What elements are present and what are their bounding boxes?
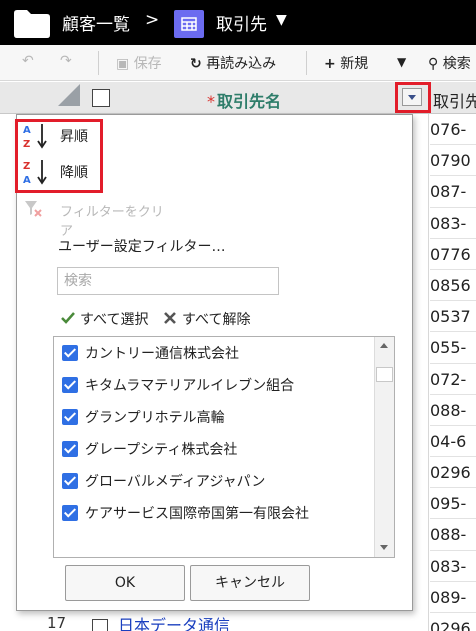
filter-value-item[interactable]: カントリー通信株式会社	[54, 337, 374, 369]
user-filter-item[interactable]: ユーザー設定フィルター…	[58, 236, 225, 256]
checkbox-checked[interactable]	[62, 409, 78, 425]
code-cell: 083-	[430, 208, 476, 239]
scrollbar-thumb[interactable]	[376, 367, 393, 382]
code-cell: 0537	[430, 301, 476, 333]
code-cell: 088-	[430, 395, 476, 426]
code-cell: 083-	[430, 551, 476, 582]
filter-value-label: グレープシティ株式会社	[85, 442, 238, 458]
checkbox-checked[interactable]	[62, 505, 78, 521]
close-icon	[164, 312, 176, 324]
ok-button[interactable]: OK	[65, 565, 185, 601]
required-mark: *	[207, 92, 215, 111]
checkbox-checked[interactable]	[62, 345, 78, 361]
reload-icon: ↻	[190, 56, 202, 72]
select-all-label: すべて選択	[80, 312, 149, 328]
scroll-up-icon[interactable]	[375, 337, 394, 355]
code-cell: 0790	[430, 145, 476, 177]
checkbox-checked[interactable]	[62, 377, 78, 393]
list-scrollbar[interactable]	[374, 337, 394, 557]
code-cell: 0296	[430, 457, 476, 489]
folder-icon[interactable]	[14, 10, 50, 38]
save-button[interactable]: ▣ 保存	[116, 53, 162, 73]
plus-icon: +	[324, 56, 336, 72]
search-icon: ⚲	[428, 56, 439, 72]
clear-filter-icon	[25, 201, 42, 217]
clear-filter-item[interactable]: フィルターをクリア	[24, 199, 174, 239]
row-name-link[interactable]: 日本データ通信	[118, 612, 230, 631]
column-header-name[interactable]: * 取引先名	[207, 88, 281, 112]
header-checkbox[interactable]	[92, 89, 110, 107]
filter-value-item[interactable]: ケアサービス国際帝国第一有限会社	[54, 497, 374, 529]
code-cell: 055-	[430, 332, 476, 364]
filter-value-label: ケアサービス国際帝国第一有限会社	[85, 506, 309, 522]
filter-value-label: グローバルメディアジャパン	[85, 474, 266, 490]
filter-search-input[interactable]	[57, 267, 279, 295]
column-divider	[428, 114, 429, 631]
save-label: 保存	[133, 56, 162, 72]
filter-value-item[interactable]: グローバルメディアジャパン	[54, 465, 374, 497]
toolbar-divider	[306, 51, 307, 75]
filter-value-item[interactable]: グレープシティ株式会社	[54, 433, 374, 465]
table-icon	[174, 10, 204, 38]
filter-value-item[interactable]: キタムラマテリアルイレブン組合	[54, 369, 374, 401]
checkbox-checked[interactable]	[62, 473, 78, 489]
filter-value-label: カントリー通信株式会社	[85, 346, 239, 362]
redo-icon[interactable]: ↷	[60, 53, 72, 69]
code-cell: 087-	[430, 176, 476, 208]
toolbar-divider	[98, 51, 99, 75]
filter-value-list[interactable]: カントリー通信株式会社 キタムラマテリアルイレブン組合 グランプリホテル高輪 グ…	[53, 336, 395, 558]
code-cell: 072-	[430, 364, 476, 395]
toolbar: ↶ ↷ ▣ 保存 ↻ 再読み込み + 新規 ▼ ⚲ 検索	[0, 45, 476, 81]
breadcrumb-parent[interactable]: 顧客一覧	[62, 10, 130, 35]
filter-value-label: グランプリホテル高輪	[85, 410, 225, 426]
code-cell: 04-6	[430, 426, 476, 458]
row-checkbox[interactable]	[92, 619, 108, 631]
deselect-all-label: すべて解除	[182, 312, 251, 328]
new-button[interactable]: + 新規	[324, 53, 368, 73]
highlight-box	[15, 119, 103, 193]
select-all-corner[interactable]	[58, 84, 80, 106]
code-cell: 095-	[430, 488, 476, 520]
breadcrumb-current[interactable]: 取引先	[216, 10, 267, 35]
search-button[interactable]: ⚲ 検索	[428, 53, 471, 73]
cancel-button[interactable]: キャンセル	[190, 565, 310, 601]
new-dropdown-icon[interactable]: ▼	[397, 55, 406, 69]
checkbox-checked[interactable]	[62, 441, 78, 457]
reload-label: 再読み込み	[206, 56, 277, 72]
code-cell: 0776	[430, 239, 476, 270]
code-column: 076- 0790 087- 083- 0776 0856 0537 055- 072- 088-…	[430, 114, 476, 631]
code-cell: 0856	[430, 270, 476, 302]
code-cell: 0296	[430, 613, 476, 631]
search-label: 検索	[442, 56, 471, 72]
title-bar: 顧客一覧 > 取引先 ▼	[0, 0, 476, 45]
scroll-down-icon[interactable]	[375, 539, 394, 557]
new-label: 新規	[340, 56, 369, 72]
code-cell: 089-	[430, 582, 476, 613]
chevron-down-icon[interactable]: ▼	[276, 12, 287, 28]
column-header-label: 取引先名	[217, 92, 282, 111]
code-cell: 076-	[430, 114, 476, 146]
reload-button[interactable]: ↻ 再読み込み	[190, 53, 276, 73]
save-icon: ▣	[116, 56, 130, 72]
row-number: 17	[47, 614, 67, 631]
check-icon	[61, 312, 75, 324]
filter-value-item[interactable]: グランプリホテル高輪	[54, 401, 374, 433]
highlight-box	[395, 82, 431, 113]
column-header-next[interactable]: 取引先	[433, 88, 476, 112]
code-cell: 088-	[430, 519, 476, 551]
breadcrumb-separator: >	[145, 10, 160, 30]
undo-icon[interactable]: ↶	[22, 53, 34, 69]
filter-value-label: キタムラマテリアルイレブン組合	[85, 378, 295, 394]
clear-filter-label: フィルターをクリア	[60, 205, 164, 239]
